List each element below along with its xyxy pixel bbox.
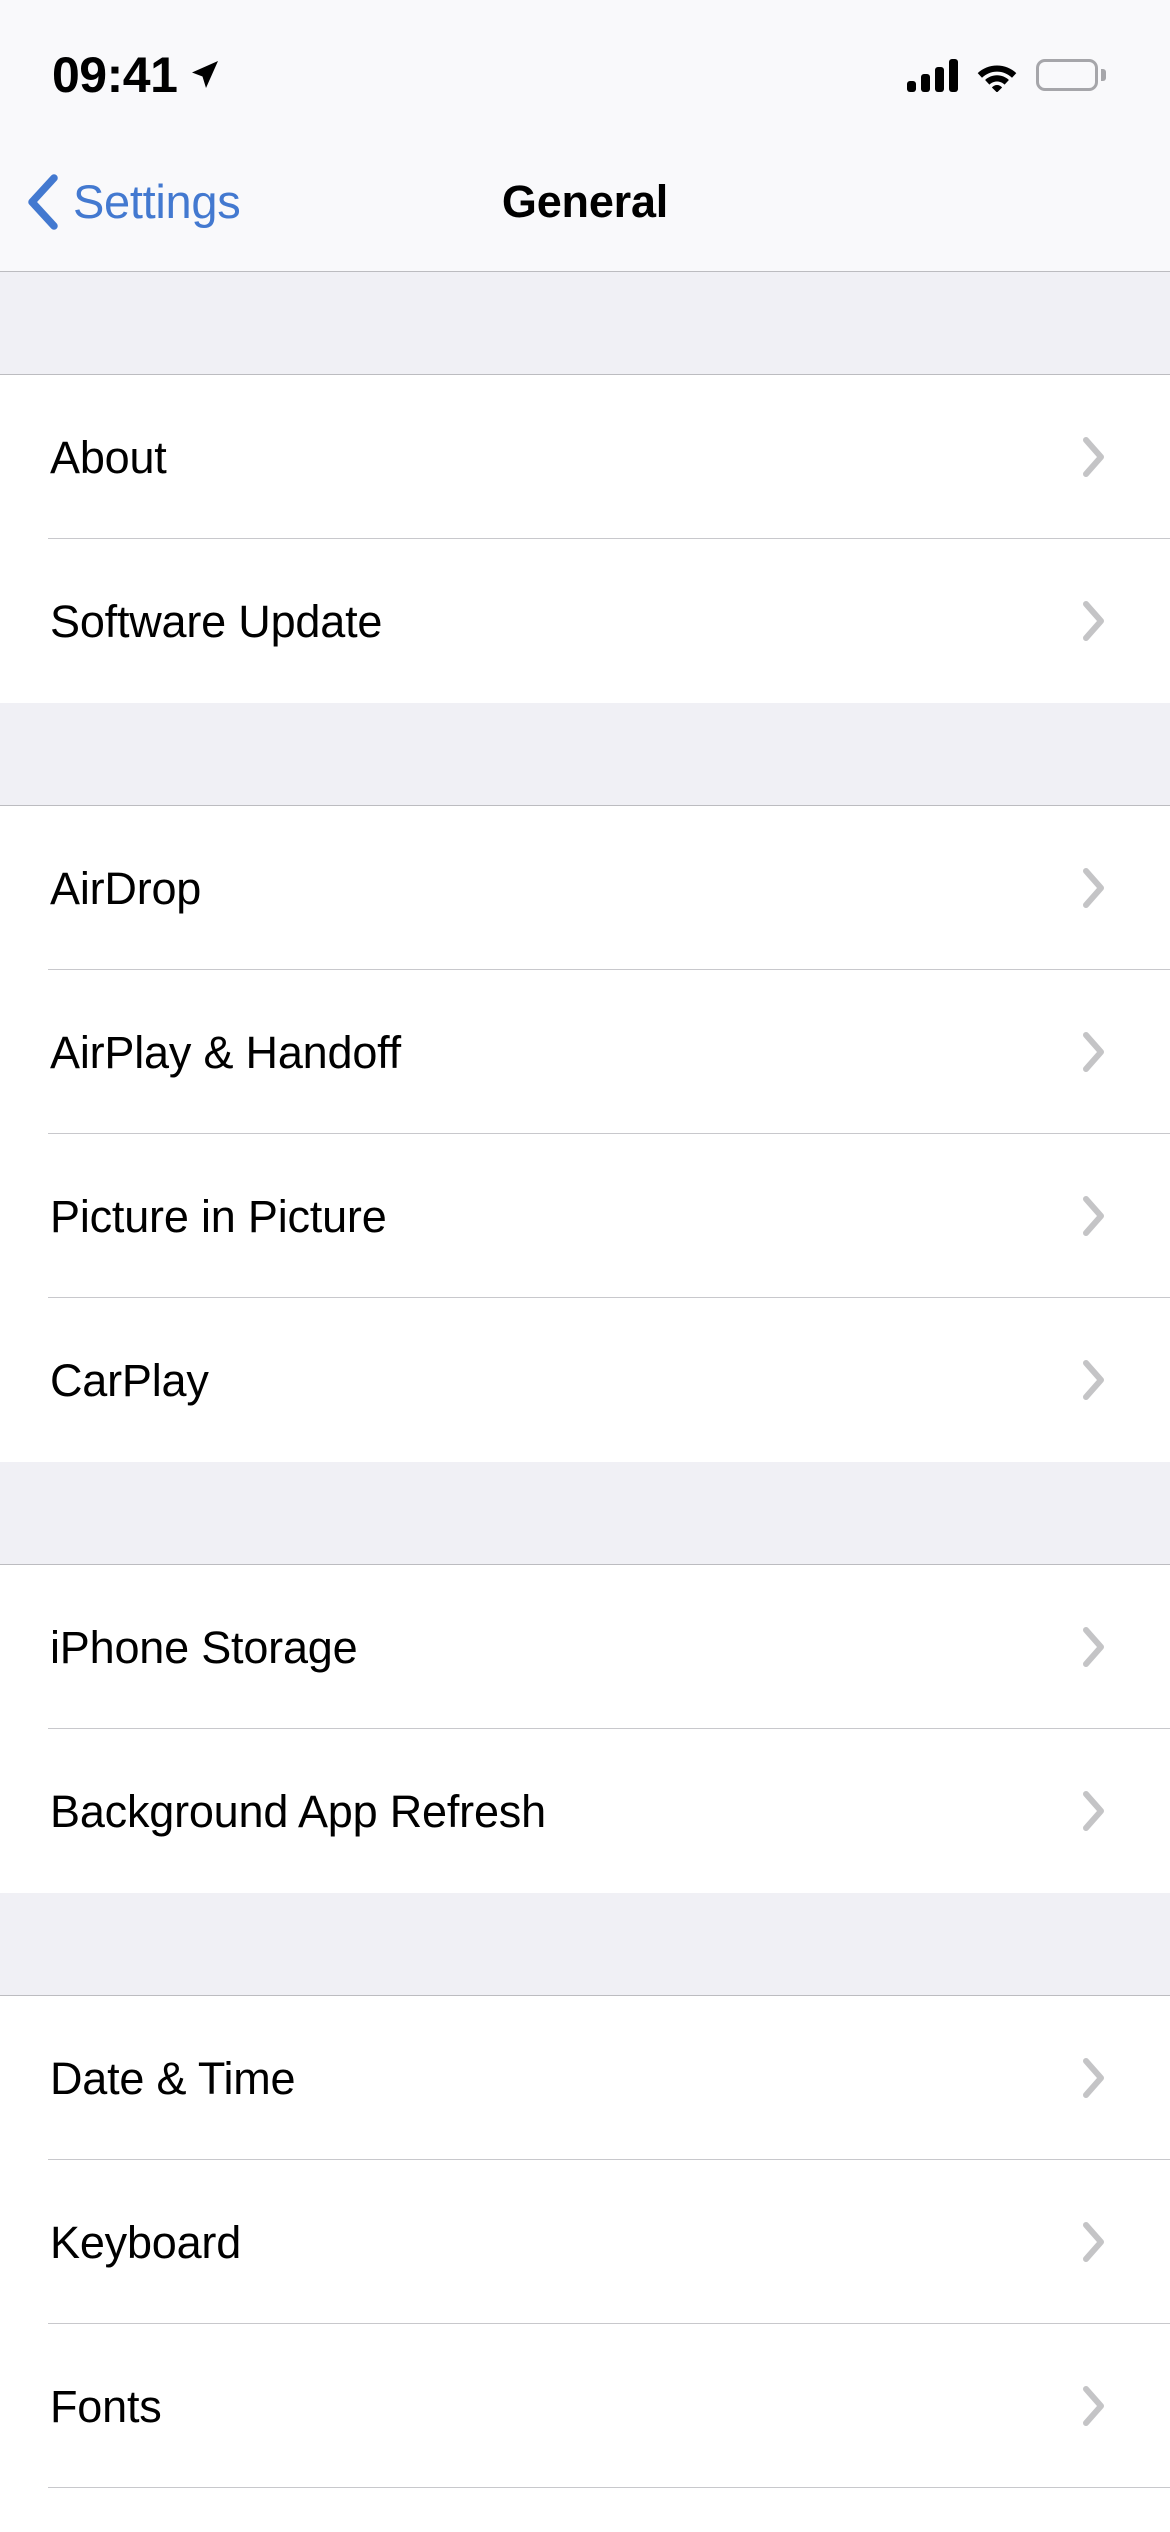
section-gap-1 (0, 703, 1170, 806)
signal-bar-2 (921, 73, 930, 92)
status-bar-right (907, 41, 1106, 92)
navigation-bar: Settings General (0, 132, 1170, 272)
settings-group-3: iPhone Storage Background App Refresh (0, 1565, 1170, 1893)
settings-group-4: Date & Time Keyboard Fonts (0, 1996, 1170, 2532)
settings-row-keyboard[interactable]: Keyboard (0, 2160, 1170, 2324)
chevron-right-icon (1082, 1359, 1106, 1401)
settings-group-1: About Software Update (0, 375, 1170, 703)
status-bar-left: 09:41 (52, 32, 221, 100)
signal-bar-3 (935, 66, 944, 92)
back-button-label: Settings (73, 175, 241, 228)
section-gap-0 (0, 272, 1170, 375)
settings-row-airdrop[interactable]: AirDrop (0, 806, 1170, 970)
settings-row-picture-in-picture[interactable]: Picture in Picture (0, 1134, 1170, 1298)
row-label: Software Update (50, 595, 383, 647)
row-label: About (50, 431, 167, 483)
wifi-icon (975, 59, 1019, 92)
row-label: Date & Time (50, 2052, 296, 2104)
chevron-right-icon (1082, 2057, 1106, 2099)
settings-row-carplay[interactable]: CarPlay (0, 1298, 1170, 1462)
settings-row-date-time[interactable]: Date & Time (0, 1996, 1170, 2160)
settings-row-iphone-storage[interactable]: iPhone Storage (0, 1565, 1170, 1729)
status-bar: 09:41 (0, 0, 1170, 132)
settings-row-software-update[interactable]: Software Update (0, 539, 1170, 703)
battery-cap (1101, 69, 1106, 81)
signal-bar-4 (949, 58, 958, 92)
chevron-right-icon (1082, 1790, 1106, 1832)
row-label: AirDrop (50, 862, 202, 914)
row-label: Keyboard (50, 2216, 242, 2268)
settings-group-2: AirDrop AirPlay & Handoff Picture in Pic… (0, 806, 1170, 1462)
settings-row-language-region[interactable]: Language & Region (0, 2488, 1170, 2532)
chevron-right-icon (1082, 600, 1106, 642)
chevron-right-icon (1082, 2385, 1106, 2427)
row-label: Picture in Picture (50, 1190, 387, 1242)
chevron-right-icon (1082, 2221, 1106, 2263)
row-label: Background App Refresh (50, 1785, 546, 1837)
settings-general-screen: 09:41 Settings General About Software Up… (0, 0, 1170, 2532)
chevron-right-icon (1082, 867, 1106, 909)
status-time: 09:41 (52, 47, 178, 103)
settings-row-background-app-refresh[interactable]: Background App Refresh (0, 1729, 1170, 1893)
signal-bar-1 (907, 80, 916, 92)
row-label: Fonts (50, 2380, 162, 2432)
settings-row-airplay-handoff[interactable]: AirPlay & Handoff (0, 970, 1170, 1134)
battery-body (1036, 59, 1098, 91)
chevron-right-icon (1082, 1195, 1106, 1237)
battery-full-icon (1036, 59, 1106, 91)
back-button[interactable]: Settings (26, 132, 241, 271)
row-label: iPhone Storage (50, 1621, 358, 1673)
row-label: AirPlay & Handoff (50, 1026, 401, 1078)
section-gap-2 (0, 1462, 1170, 1565)
location-arrow-icon (187, 58, 221, 92)
settings-row-fonts[interactable]: Fonts (0, 2324, 1170, 2488)
cellular-signal-icon (907, 58, 958, 92)
section-gap-3 (0, 1893, 1170, 1996)
settings-row-about[interactable]: About (0, 375, 1170, 539)
row-label: CarPlay (50, 1354, 209, 1406)
chevron-right-icon (1082, 1031, 1106, 1073)
chevron-right-icon (1082, 436, 1106, 478)
chevron-left-icon (26, 173, 60, 230)
settings-list[interactable]: About Software Update AirDrop AirPlay & … (0, 272, 1170, 2532)
chevron-right-icon (1082, 1626, 1106, 1668)
